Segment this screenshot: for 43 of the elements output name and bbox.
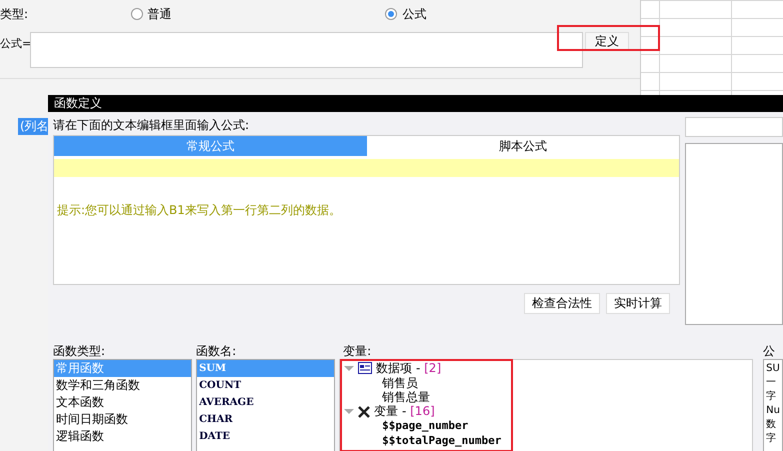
formula-editor[interactable]: 常规公式 脚本公式 提示:您可以通过输入B1来写入第一行第二列的数据。 (53, 135, 680, 285)
list-label: 公 (763, 343, 776, 359)
tree-item[interactable]: 销售总量 (344, 390, 752, 404)
description-line: 字 (766, 390, 778, 404)
tree-node[interactable]: 变量 - [16] (374, 403, 435, 420)
description-line: 字 (766, 432, 778, 446)
list-item[interactable]: 时间日期函数 (54, 411, 192, 428)
input-field[interactable] (685, 117, 783, 137)
expand-caret-icon[interactable] (344, 409, 354, 414)
list-label: 函数名: (196, 343, 238, 359)
list-label: 函数类型: (53, 343, 106, 359)
list-item[interactable]: 逻辑函数 (54, 428, 192, 445)
dialog-title: 函数定义 (54, 95, 102, 112)
radio-button[interactable] (130, 8, 143, 20)
action-button[interactable]: 检查合法性 (524, 293, 600, 314)
define-button[interactable]: 定义 (585, 32, 629, 50)
action-button[interactable]: 实时计算 (606, 293, 670, 314)
description-line: 数 (766, 418, 778, 432)
description-line: 一 (766, 376, 778, 390)
hint-text: 提示:您可以通过输入B1来写入第一行第二列的数据。 (57, 202, 342, 219)
list-item[interactable]: DATE (197, 428, 334, 445)
list-item[interactable]: 文本函数 (54, 394, 192, 411)
radio-label: 公式 (402, 6, 426, 22)
type-label: 类型: (0, 6, 30, 22)
cross-icon (358, 406, 370, 418)
formula-field[interactable] (30, 32, 583, 68)
tree-item[interactable]: 销售员 (344, 376, 752, 390)
tree-node[interactable]: 数据项 - [2] (376, 360, 442, 377)
radio-button[interactable] (385, 8, 398, 20)
card-icon (358, 362, 372, 374)
tree-item[interactable]: $$page_number (344, 419, 752, 434)
list-item[interactable]: CHAR (197, 411, 334, 428)
list-item[interactable]: AVERAGE (197, 394, 334, 411)
formula-label: 公式= (0, 36, 30, 51)
instruction-text: 请在下面的文本编辑框里面输入公式: (53, 117, 250, 134)
list-item[interactable]: 数学和三角函数 (54, 377, 192, 394)
tree-item[interactable]: $$totalPage_number (344, 434, 752, 448)
radio-label: 普通 (148, 6, 172, 22)
description-line: Nu (766, 404, 780, 418)
list-item[interactable]: COUNT (197, 377, 334, 394)
description-line: SU (766, 362, 780, 376)
list-label: 变量: (342, 343, 372, 359)
column-tag: (列名 (18, 118, 51, 135)
